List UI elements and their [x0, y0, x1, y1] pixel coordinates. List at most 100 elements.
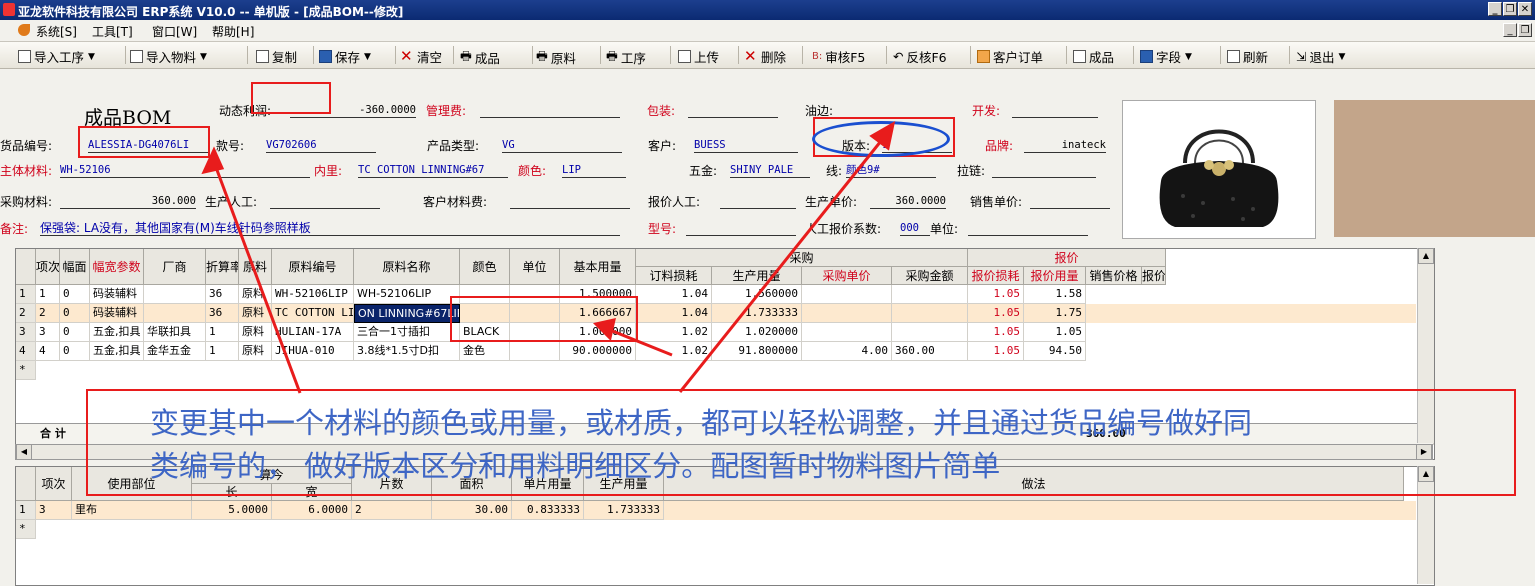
production-price-field[interactable]: 360.0000	[870, 194, 946, 209]
column-header-15[interactable]: 报价损耗	[968, 267, 1024, 285]
cell-prod[interactable]: 91.800000	[712, 342, 802, 361]
exit-button[interactable]: ⇲ 退出 ▼	[1296, 47, 1345, 66]
model-field[interactable]	[686, 221, 796, 236]
print-raw-button[interactable]: 🖶 原料	[536, 47, 576, 68]
cell-param[interactable]: 五金,扣具	[90, 323, 144, 342]
column-header-0[interactable]: 项次	[36, 249, 60, 285]
develop-field[interactable]	[1012, 103, 1098, 118]
cell-qty[interactable]: 1.75	[1024, 304, 1086, 323]
material-swatch-image[interactable]	[1334, 100, 1535, 237]
row-number[interactable]: 1	[16, 501, 36, 520]
cell-area[interactable]: 30.00	[432, 501, 512, 520]
cell-param[interactable]: 码装辅料	[90, 285, 144, 304]
cell-prod[interactable]: 1.020000	[712, 323, 802, 342]
menu-help[interactable]: 帮助[H]	[212, 23, 254, 40]
cell-type[interactable]: 原料	[239, 304, 272, 323]
cell-fm[interactable]: 0	[60, 323, 90, 342]
column-header-17[interactable]: 销售价格	[1086, 267, 1142, 285]
clear-button[interactable]: ✕ 清空	[400, 47, 442, 66]
sub-column-header-0[interactable]: 项次	[36, 467, 72, 501]
row-marker-header[interactable]	[16, 249, 36, 285]
print-process-button[interactable]: 🖶 工序	[606, 47, 646, 68]
lining-field[interactable]: TC COTTON LINNING#67	[358, 163, 508, 178]
zipper-field[interactable]	[992, 163, 1096, 178]
cell-base[interactable]: 90.000000	[560, 342, 636, 361]
column-header-7[interactable]: 原料名称	[354, 249, 460, 285]
cell-pprice[interactable]: 4.00	[802, 342, 892, 361]
cell-code[interactable]: TC COTTON LINNING	[272, 304, 354, 323]
cell-type[interactable]: 原料	[239, 323, 272, 342]
product-type-field[interactable]: VG	[502, 138, 622, 153]
scroll-up-icon[interactable]: ▲	[1418, 248, 1434, 264]
audit-button[interactable]: B: 审核F5	[812, 47, 865, 66]
column-header-2[interactable]: 幅宽参数	[90, 249, 144, 285]
cell-qloss[interactable]: 1.05	[968, 342, 1024, 361]
restore-button[interactable]: ❐	[1503, 2, 1517, 16]
copy-button[interactable]: 复制	[256, 47, 297, 66]
cell-qloss[interactable]: 1.05	[968, 323, 1024, 342]
purchase-material-field[interactable]: 360.000	[60, 194, 196, 209]
fields-button[interactable]: 字段 ▼	[1140, 47, 1192, 66]
column-header-13[interactable]: 采购单价	[802, 267, 892, 285]
cell-seq[interactable]: 3	[36, 501, 72, 520]
cell-fm[interactable]: 0	[60, 342, 90, 361]
cell-pamt[interactable]	[892, 285, 968, 304]
cell-param[interactable]: 五金,扣具	[90, 342, 144, 361]
menu-tools[interactable]: 工具[T]	[92, 23, 133, 40]
child-restore-button[interactable]: ❐	[1518, 23, 1532, 37]
menu-system[interactable]: 系统[S]	[36, 23, 77, 40]
column-header-10[interactable]: 基本用量	[560, 249, 636, 285]
refresh-button[interactable]: 刷新	[1227, 47, 1268, 66]
import-process-button[interactable]: 导入工序 ▼	[18, 47, 95, 66]
cell-type[interactable]: 原料	[239, 285, 272, 304]
brand-field[interactable]: inateck	[1024, 138, 1106, 153]
cell-rate[interactable]: 1	[206, 323, 239, 342]
style-no-field[interactable]: VG702606	[266, 138, 376, 153]
table-row[interactable]: 3 3 0 五金,扣具 华联扣具 1 原料 HULIAN-17A 三合一1寸插扣 BLACK 1.0…	[16, 323, 1416, 342]
row-number[interactable]: 4	[16, 342, 36, 361]
column-header-12[interactable]: 生产用量	[712, 267, 802, 285]
cell-pamt[interactable]	[892, 323, 968, 342]
row-number[interactable]: 3	[16, 323, 36, 342]
cell-seq[interactable]: 3	[36, 323, 60, 342]
cell-rate[interactable]: 36	[206, 285, 239, 304]
cell-fm[interactable]: 0	[60, 304, 90, 323]
cell-prod[interactable]: 1.733333	[712, 304, 802, 323]
cell-type[interactable]: 原料	[239, 342, 272, 361]
cell-fm[interactable]: 0	[60, 285, 90, 304]
cell-pamt[interactable]	[892, 304, 968, 323]
cell-qloss[interactable]: 1.05	[968, 285, 1024, 304]
save-button[interactable]: 保存 ▼	[319, 47, 371, 66]
cell-pprice[interactable]	[802, 323, 892, 342]
cell-vendor[interactable]	[144, 304, 206, 323]
cell-vendor[interactable]: 金华五金	[144, 342, 206, 361]
group-header-quote[interactable]: 报价	[968, 249, 1166, 267]
column-header-5[interactable]: 原料	[239, 249, 272, 285]
print-product-button[interactable]: 🖶 成品	[460, 47, 500, 68]
column-header-8[interactable]: 颜色	[460, 249, 510, 285]
cell-seq[interactable]: 2	[36, 304, 60, 323]
column-header-16[interactable]: 报价用量	[1024, 267, 1086, 285]
cell-loss[interactable]: 1.04	[636, 285, 712, 304]
cell-unit[interactable]: 0.833333	[512, 501, 584, 520]
remark-field[interactable]: 保强袋: LA没有，其他国家有(M)车线针码参照样板	[40, 221, 620, 236]
cell-pprice[interactable]	[802, 304, 892, 323]
main-material-field[interactable]: WH-52106	[60, 163, 310, 178]
cell-prod[interactable]: 1.733333	[584, 501, 664, 520]
cell-name[interactable]: 三合一1寸插扣	[354, 323, 460, 342]
color-field[interactable]: LIP	[562, 163, 626, 178]
cell-name[interactable]: WH-52106LIP	[354, 285, 460, 304]
cell-unit[interactable]	[510, 342, 560, 361]
cell-pprice[interactable]	[802, 285, 892, 304]
product-image[interactable]	[1122, 100, 1316, 239]
table-row[interactable]: 1 3 里布 5.0000 6.0000 2 30.00 0.833333 1.733333	[16, 501, 1416, 520]
cell-qty[interactable]: 94.50	[1024, 342, 1086, 361]
import-material-button[interactable]: 导入物料 ▼	[130, 47, 207, 66]
customer-material-fee-field[interactable]	[510, 194, 630, 209]
row-number[interactable]: 1	[16, 285, 36, 304]
cell-vendor[interactable]: 华联扣具	[144, 323, 206, 342]
cell-qty[interactable]: 1.05	[1024, 323, 1086, 342]
cell-loss[interactable]: 1.04	[636, 304, 712, 323]
sub-row-marker-header[interactable]	[16, 467, 36, 501]
column-header-1[interactable]: 幅面	[60, 249, 90, 285]
